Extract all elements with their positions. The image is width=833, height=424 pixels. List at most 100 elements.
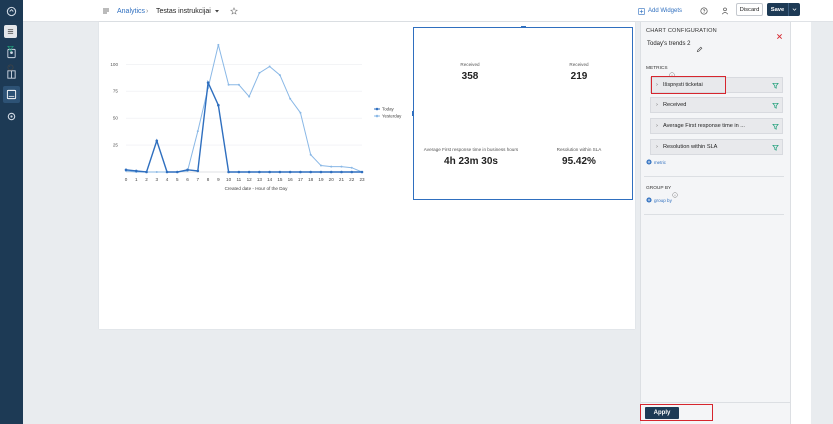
filter-icon[interactable] <box>768 102 782 109</box>
resize-handle-right[interactable] <box>632 111 633 116</box>
x-tick-label: 5 <box>176 177 179 182</box>
data-point-yesterday[interactable] <box>237 83 240 86</box>
data-point-today[interactable] <box>206 81 210 84</box>
palette-icon[interactable] <box>4 61 17 74</box>
data-point-yesterday[interactable] <box>350 166 353 169</box>
add-group-by-link[interactable]: group by <box>646 197 672 203</box>
info-icon <box>672 185 678 203</box>
add-widgets-button[interactable]: Add Widgets <box>638 0 682 22</box>
data-point-yesterday[interactable] <box>319 164 322 167</box>
settings-icon[interactable] <box>5 110 18 123</box>
metric-item-label: Resolution within SLA <box>663 144 718 150</box>
data-point-today[interactable] <box>186 168 189 172</box>
data-point-yesterday[interactable] <box>330 165 333 168</box>
x-tick-label: 17 <box>298 177 304 182</box>
edit-pencil-icon[interactable] <box>696 40 703 58</box>
dashboard-dropdown-icon[interactable] <box>214 0 220 22</box>
data-point-yesterday[interactable] <box>340 165 343 168</box>
filter-icon[interactable] <box>768 144 782 151</box>
resize-handle-bottom[interactable] <box>521 199 526 200</box>
share-icon[interactable] <box>721 0 729 22</box>
x-tick-label: 8 <box>207 177 210 182</box>
data-point-today[interactable] <box>227 170 230 174</box>
x-tick-label: 20 <box>329 177 335 182</box>
star-icon[interactable] <box>230 0 238 22</box>
menu-icon[interactable] <box>102 0 110 22</box>
data-point-today[interactable] <box>288 170 292 174</box>
data-point-yesterday[interactable] <box>155 171 158 173</box>
data-point-yesterday[interactable] <box>248 95 251 98</box>
divider <box>641 402 790 403</box>
data-point-today[interactable] <box>350 170 354 174</box>
data-point-today[interactable] <box>165 170 169 174</box>
data-point-today[interactable] <box>360 170 364 174</box>
data-point-today[interactable] <box>237 170 241 174</box>
chevron-right-icon[interactable]: › <box>651 102 663 108</box>
x-tick-label: 21 <box>339 177 345 182</box>
metric-item-label: Average First response time in ... <box>663 123 745 129</box>
data-point-yesterday[interactable] <box>217 43 220 46</box>
data-point-yesterday[interactable] <box>227 83 230 86</box>
data-point-yesterday[interactable] <box>196 130 199 133</box>
help-icon[interactable] <box>700 0 708 22</box>
resize-handle-left[interactable] <box>412 111 413 116</box>
metric-item[interactable]: › Received <box>650 97 783 113</box>
data-point-today[interactable] <box>329 170 333 174</box>
filter-icon[interactable] <box>768 82 782 89</box>
save-options-chevron-icon[interactable] <box>788 3 800 16</box>
data-point-today[interactable] <box>299 170 302 174</box>
data-point-today[interactable] <box>268 170 271 174</box>
analytics-icon[interactable] <box>3 86 20 103</box>
x-tick-label: 19 <box>318 177 324 182</box>
data-point-yesterday[interactable] <box>299 111 302 114</box>
data-point-yesterday[interactable] <box>309 153 312 156</box>
data-point-today[interactable] <box>217 103 220 107</box>
close-icon[interactable] <box>776 27 783 45</box>
metrics-widget-selected[interactable] <box>413 27 633 200</box>
series-line-today <box>125 80 362 173</box>
data-point-yesterday[interactable] <box>289 97 292 100</box>
save-button[interactable]: Save <box>767 3 788 16</box>
resize-handle-top[interactable] <box>521 26 526 27</box>
x-tick-label: 16 <box>288 177 294 182</box>
x-axis-label: Created date - Hour of the Day <box>225 186 289 191</box>
filter-icon[interactable] <box>4 42 17 55</box>
breadcrumb-analytics[interactable]: Analytics <box>117 0 145 22</box>
data-point-today[interactable] <box>134 169 138 173</box>
data-point-today[interactable] <box>278 170 282 174</box>
legend-label[interactable]: Today <box>382 107 395 112</box>
data-point-today[interactable] <box>258 170 261 174</box>
discard-button[interactable]: Discard <box>736 3 763 16</box>
data-point-today[interactable] <box>247 170 251 174</box>
data-point-today[interactable] <box>340 170 343 174</box>
chevron-right-icon[interactable]: › <box>651 144 663 150</box>
legend-marker <box>375 114 379 118</box>
data-point-yesterday[interactable] <box>268 65 271 68</box>
data-point-today[interactable] <box>309 170 312 174</box>
logo-icon[interactable] <box>5 5 18 18</box>
data-point-today[interactable] <box>196 169 200 173</box>
metrics-heading: METRICS <box>646 66 668 71</box>
trends-line-chart[interactable]: 2550751000 1 2 3 4 5 6 7 8 9 10 11 12 13 14 15 16 17 18 19 2… <box>104 28 410 199</box>
data-point-today[interactable] <box>176 170 179 174</box>
x-tick-label: 10 <box>226 177 232 182</box>
data-point-today[interactable] <box>319 170 323 174</box>
x-tick-label: 14 <box>267 177 273 182</box>
data-point-today[interactable] <box>155 139 159 143</box>
add-metric-link[interactable]: metric <box>646 159 666 165</box>
chevron-right-icon[interactable]: › <box>651 123 663 129</box>
data-point-today[interactable] <box>145 170 148 174</box>
highlight-metric-item <box>651 76 726 94</box>
group-by-heading: GROUP BY <box>646 186 672 191</box>
x-tick-label: 7 <box>197 177 200 182</box>
legend-label[interactable]: Yesterday <box>382 114 402 119</box>
data-point-yesterday[interactable] <box>278 74 281 77</box>
list-icon[interactable] <box>4 25 17 38</box>
filter-icon[interactable] <box>768 123 782 130</box>
metric-item[interactable]: › Resolution within SLA <box>650 139 783 155</box>
data-point-yesterday[interactable] <box>258 71 261 74</box>
metric-item[interactable]: › Average First response time in ... <box>650 118 783 134</box>
x-tick-label: 23 <box>359 177 365 182</box>
data-point-today[interactable] <box>124 168 128 172</box>
x-tick-label: 12 <box>247 177 253 182</box>
